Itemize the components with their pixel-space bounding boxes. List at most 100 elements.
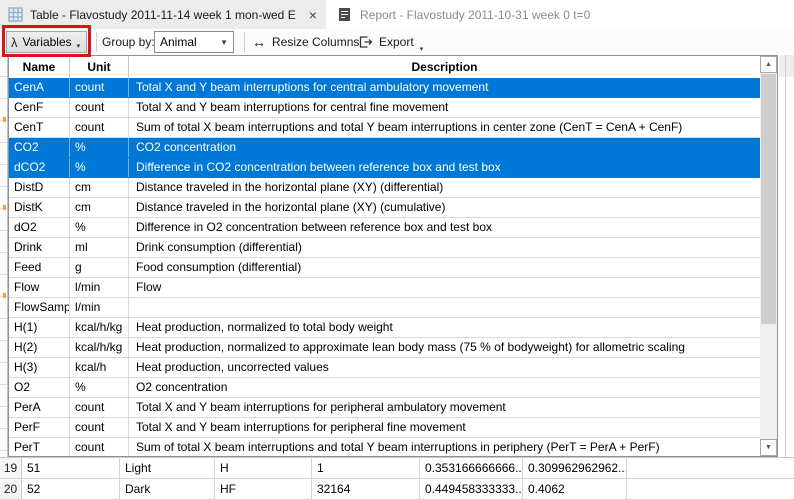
variable-desc-cell: Drink consumption (differential): [136, 240, 302, 254]
variable-name-cell: O2: [9, 378, 70, 397]
background-scrollbar-edge: [785, 55, 786, 457]
variable-name-cell: PerA: [9, 398, 70, 417]
variable-name-cell: Flow: [9, 278, 70, 297]
variable-row[interactable]: DistD cm Distance traveled in the horizont…: [9, 178, 760, 198]
variable-row[interactable]: H(2) kcal/h/kg Heat production, normalized…: [9, 338, 760, 358]
variable-unit-cell: l/min: [70, 298, 129, 317]
variable-name-cell: dCO2: [9, 158, 70, 177]
background-cell: 32164: [312, 479, 420, 499]
background-table-row[interactable]: 20 52 Dark HF 32164 0.449458333333... 0.4062: [0, 479, 794, 500]
variable-row[interactable]: FlowSamp l/min: [9, 298, 760, 318]
variable-unit-cell: count: [70, 98, 129, 117]
variable-row[interactable]: Flow l/min Flow: [9, 278, 760, 298]
row-number: 20: [0, 479, 22, 499]
variable-row[interactable]: CO2% CO2 concentration: [9, 138, 760, 158]
variable-unit-cell: g: [70, 258, 129, 277]
background-rows: 19 51 Light H 1 0.353166666666... 0.3099629629…: [0, 458, 794, 500]
left-strip-mark: [3, 205, 6, 210]
variable-row[interactable]: CenA count Total X and Y beam interruption…: [9, 78, 760, 98]
variable-unit-cell: %: [70, 218, 129, 237]
variable-unit-cell: kcal/h/kg: [70, 318, 129, 337]
variables-scrollbar[interactable]: ▲ ▼: [760, 56, 777, 456]
variable-desc-cell: Distance traveled in the horizontal plan…: [136, 200, 446, 214]
background-cell: 1: [312, 458, 420, 478]
background-cell: 0.353166666666...: [420, 458, 523, 478]
variable-desc-cell: Sum of total X beam interruptions and to…: [136, 120, 683, 134]
tab-bar: Table - Flavostudy 2011-11-14 week 1 mon…: [0, 0, 794, 29]
variable-desc-cell: Heat production, normalized to total bod…: [136, 320, 393, 334]
variable-row[interactable]: PerT count Sum of total X beam interruptio…: [9, 438, 760, 456]
column-header-name[interactable]: Name: [9, 56, 70, 78]
variable-desc-cell: Heat production, uncorrected values: [136, 360, 329, 374]
export-label: Export: [379, 35, 414, 49]
variable-unit-cell: count: [70, 438, 129, 456]
variable-desc-cell: Heat production, normalized to approxima…: [136, 340, 685, 354]
group-by-label: Group by:: [102, 35, 155, 49]
variables-panel: Name Unit Description CenA count Total X a…: [8, 55, 778, 457]
variables-header-row: Name Unit Description: [9, 56, 777, 79]
background-right-edge: [779, 55, 794, 457]
variable-unit-cell: ml: [70, 238, 129, 257]
variable-desc-cell: Difference in CO2 concentration between …: [136, 160, 501, 174]
variable-row[interactable]: PerA count Total X and Y beam interruption…: [9, 398, 760, 418]
variable-unit-cell: count: [70, 398, 129, 417]
row-number: 19: [0, 458, 22, 478]
variable-unit-cell: count: [70, 418, 129, 437]
resize-columns-button[interactable]: ↔ Resize Columns: [252, 29, 359, 55]
variable-unit-cell: count: [70, 78, 129, 97]
resize-columns-icon: ↔: [252, 34, 266, 50]
toolbar-separator: [244, 32, 245, 52]
left-strip-mark: [3, 293, 6, 298]
background-cell: H: [215, 458, 312, 478]
export-icon: [358, 35, 373, 49]
group-by-select[interactable]: Animal ▼: [154, 31, 234, 53]
variable-name-cell: DistK: [9, 198, 70, 217]
variable-desc-cell: Total X and Y beam interruptions for per…: [136, 400, 506, 414]
background-cell: Light: [120, 458, 215, 478]
scrollbar-thumb[interactable]: [761, 74, 776, 324]
variable-name-cell: DistD: [9, 178, 70, 197]
background-cell: 0.449458333333...: [420, 479, 523, 499]
variable-desc-cell: Total X and Y beam interruptions for cen…: [136, 100, 449, 114]
variable-name-cell: CenA: [9, 78, 70, 97]
variable-name-cell: H(1): [9, 318, 70, 337]
variable-name-cell: H(2): [9, 338, 70, 357]
report-icon: [338, 7, 353, 22]
tab-report[interactable]: Report - Flavostudy 2011-10-31 week 0 t=…: [330, 0, 630, 29]
background-right-block: [779, 55, 794, 77]
variable-row[interactable]: CenT count Sum of total X beam interruptio…: [9, 118, 760, 138]
background-table-row[interactable]: 19 51 Light H 1 0.353166666666... 0.3099629629…: [0, 458, 794, 479]
variable-desc-cell: CO2 concentration: [136, 140, 237, 154]
background-cell: 0.4062: [523, 479, 627, 499]
variable-row[interactable]: H(1) kcal/h/kg Heat production, normalized…: [9, 318, 760, 338]
variable-row[interactable]: CenF count Total X and Y beam interruption…: [9, 98, 760, 118]
tab-report-label: Report - Flavostudy 2011-10-31 week 0 t=…: [360, 7, 591, 22]
variable-desc-cell: O2 concentration: [136, 380, 228, 394]
resize-columns-label: Resize Columns: [272, 35, 360, 49]
variable-name-cell: H(3): [9, 358, 70, 377]
variable-row[interactable]: PerF count Total X and Y beam interruption…: [9, 418, 760, 438]
column-header-description[interactable]: Description: [129, 56, 760, 78]
scroll-up-icon[interactable]: ▲: [760, 56, 777, 73]
variable-row[interactable]: Feed g Food consumption (differential): [9, 258, 760, 278]
combo-arrow-icon: ▼: [220, 37, 228, 47]
variable-desc-cell: Sum of total X beam interruptions and to…: [136, 440, 660, 454]
variable-name-cell: Drink: [9, 238, 70, 257]
variable-row[interactable]: dO2% Difference in O2 concentration betwe…: [9, 218, 760, 238]
variable-row[interactable]: Drink ml Drink consumption (differential): [9, 238, 760, 258]
variable-row[interactable]: O2% O2 concentration: [9, 378, 760, 398]
variable-row[interactable]: DistK cm Distance traveled in the horizont…: [9, 198, 760, 218]
variable-unit-cell: kcal/h: [70, 358, 129, 377]
variable-row[interactable]: H(3) kcal/h Heat production, uncorrected v…: [9, 358, 760, 378]
column-header-unit[interactable]: Unit: [70, 56, 129, 78]
toolbar: λ Variables ▾ Group by: Animal ▼ ↔ Resiz…: [0, 25, 794, 57]
chevron-down-icon: ▾: [419, 46, 424, 53]
scroll-down-icon[interactable]: ▼: [760, 439, 777, 456]
variable-row[interactable]: dCO2% Difference in CO2 concentration bet…: [9, 158, 760, 178]
variable-name-cell: CenF: [9, 98, 70, 117]
export-button[interactable]: Export ▾: [358, 29, 423, 55]
variable-name-cell: dO2: [9, 218, 70, 237]
close-icon[interactable]: ×: [309, 8, 317, 22]
variable-desc-cell: Total X and Y beam interruptions for cen…: [136, 80, 489, 94]
variable-name-cell: PerT: [9, 438, 70, 456]
